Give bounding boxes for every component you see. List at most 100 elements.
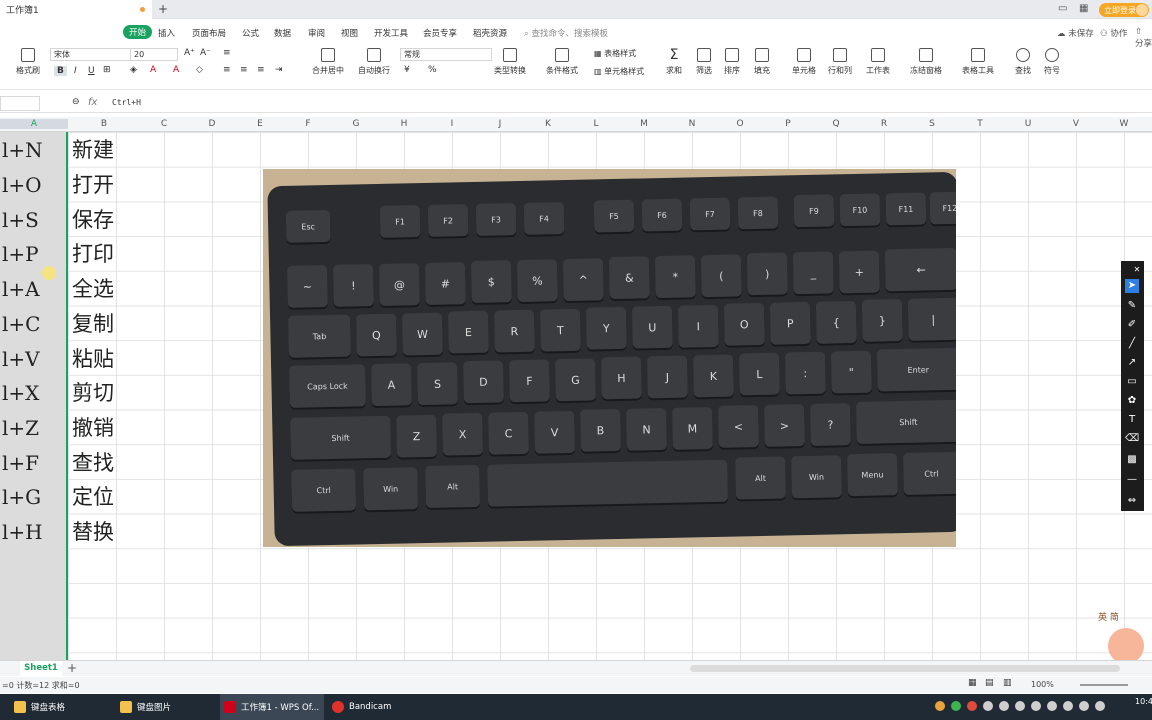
menu-home[interactable]: 开始 <box>123 25 153 39</box>
tray-icon-1[interactable] <box>935 701 945 711</box>
fill-color-icon[interactable]: ◈ <box>130 65 137 75</box>
tray-icon-3[interactable] <box>967 701 977 711</box>
thickness-icon[interactable]: — <box>1125 473 1139 487</box>
symbol-button[interactable]: 符号 <box>1044 48 1060 76</box>
currency-button[interactable]: ¥ <box>404 65 410 75</box>
zoom-slider[interactable] <box>1080 684 1128 686</box>
cell-a1[interactable]: l+N <box>0 133 68 167</box>
new-tab-button[interactable]: + <box>158 2 168 16</box>
align-top-icon[interactable]: ≡ <box>223 48 231 58</box>
col-header-t[interactable]: T <box>956 119 1004 129</box>
fill-button[interactable]: 填充 <box>754 48 770 76</box>
underline-button[interactable]: U <box>88 66 95 76</box>
clear-format-icon[interactable]: ◇ <box>196 65 203 75</box>
indent-icon[interactable]: ⇥ <box>275 65 283 75</box>
taskbar-item-wps[interactable]: 工作簿1 - WPS Of... <box>220 694 324 720</box>
row-col-button[interactable]: 行和列 <box>828 48 852 76</box>
expand-icon[interactable]: ⇔ <box>1125 494 1139 508</box>
cell-b6[interactable]: 复制 <box>72 307 140 341</box>
arrow-icon[interactable]: ↗ <box>1125 356 1139 370</box>
mic-icon[interactable] <box>1063 701 1073 711</box>
align-left-icon[interactable]: ≡ <box>223 65 231 75</box>
table-style-button[interactable]: ▦ 表格样式 <box>594 48 636 59</box>
cell-b9[interactable]: 撤销 <box>72 411 140 445</box>
cell-a8[interactable]: l+X <box>0 376 68 410</box>
pointer-icon[interactable]: ➤ <box>1125 279 1139 293</box>
align-right-icon[interactable]: ≡ <box>257 65 265 75</box>
table-tools-button[interactable]: 表格工具 <box>962 48 994 76</box>
tray-icon-5[interactable] <box>999 701 1009 711</box>
close-icon[interactable]: ✕ <box>1130 263 1144 277</box>
command-search[interactable]: ⌕ 查找命令、搜索模板 <box>524 27 608 39</box>
menu-member[interactable]: 会员专享 <box>423 27 457 39</box>
conditional-format-button[interactable]: 条件格式 <box>546 48 578 76</box>
col-header-j[interactable]: J <box>476 119 524 129</box>
col-header-f[interactable]: F <box>284 119 332 129</box>
menu-resources[interactable]: 稻壳资源 <box>473 27 507 39</box>
freeze-button[interactable]: 冻结窗格 <box>910 48 942 76</box>
login-button[interactable]: 立即登录 <box>1099 3 1149 17</box>
cell-a11[interactable]: l+G <box>0 480 68 514</box>
cell-b2[interactable]: 打开 <box>72 168 140 202</box>
menu-formula[interactable]: 公式 <box>242 27 259 39</box>
unsaved-status[interactable]: ☁ 未保存 <box>1057 27 1094 39</box>
col-header-b[interactable]: B <box>68 119 140 129</box>
text-icon[interactable]: T <box>1125 413 1139 427</box>
col-header-o[interactable]: O <box>716 119 764 129</box>
col-header-c[interactable]: C <box>140 119 188 129</box>
font-shrink-icon[interactable]: A⁻ <box>200 48 211 58</box>
col-header-n[interactable]: N <box>668 119 716 129</box>
cell-b12[interactable]: 替换 <box>72 515 140 549</box>
bold-button[interactable]: B <box>54 66 67 76</box>
network-icon[interactable] <box>1015 701 1025 711</box>
taskbar-item-bandicam[interactable]: Bandicam <box>328 694 391 720</box>
collab-button[interactable]: ⚇ 协作 <box>1100 27 1127 39</box>
font-color-button[interactable]: A <box>173 65 179 75</box>
col-header-s[interactable]: S <box>908 119 956 129</box>
format-painter-button[interactable]: 格式刷 <box>16 48 40 76</box>
checker-icon[interactable]: ▩ <box>1125 453 1139 467</box>
cell-b3[interactable]: 保存 <box>72 203 140 237</box>
font-color-icon[interactable]: A <box>150 65 156 75</box>
name-box[interactable] <box>0 96 40 111</box>
cell-b5[interactable]: 全选 <box>72 272 140 306</box>
merge-center-button[interactable]: 合并居中 <box>312 48 344 76</box>
layout-icon[interactable]: ▭ <box>1058 3 1067 14</box>
volume-icon[interactable] <box>1031 701 1041 711</box>
line-icon[interactable]: ╱ <box>1125 337 1139 351</box>
cell-a9[interactable]: l+Z <box>0 411 68 445</box>
align-center-icon[interactable]: ≡ <box>240 65 248 75</box>
cell-a12[interactable]: l+H <box>0 515 68 549</box>
palette-icon[interactable]: ✿ <box>1125 394 1139 408</box>
col-header-p[interactable]: P <box>764 119 812 129</box>
menu-review[interactable]: 审阅 <box>308 27 325 39</box>
col-header-g[interactable]: G <box>332 119 380 129</box>
find-button[interactable]: 查找 <box>1015 48 1031 76</box>
col-header-m[interactable]: M <box>620 119 668 129</box>
menu-insert[interactable]: 插入 <box>158 27 175 39</box>
cell-b7[interactable]: 粘贴 <box>72 342 140 376</box>
wrap-text-button[interactable]: 自动换行 <box>358 48 390 76</box>
menu-developer[interactable]: 开发工具 <box>374 27 408 39</box>
type-convert-button[interactable]: 类型转换 <box>494 48 526 76</box>
menu-page-layout[interactable]: 页面布局 <box>192 27 226 39</box>
col-header-k[interactable]: K <box>524 119 572 129</box>
ime-icon[interactable] <box>1047 701 1057 711</box>
cell-style-button[interactable]: ▥ 单元格样式 <box>594 66 644 77</box>
font-size-select[interactable]: 20 <box>130 48 178 61</box>
speaker-icon[interactable] <box>1079 701 1089 711</box>
col-header-l[interactable]: L <box>572 119 620 129</box>
col-header-e[interactable]: E <box>236 119 284 129</box>
zoom-level[interactable]: 100% <box>1031 680 1054 689</box>
cell-b11[interactable]: 定位 <box>72 480 140 514</box>
col-header-w[interactable]: W <box>1100 119 1148 129</box>
cell-a6[interactable]: l+C <box>0 307 68 341</box>
cell-button[interactable]: 单元格 <box>792 48 816 76</box>
cell-a2[interactable]: l+O <box>0 168 68 202</box>
sum-button[interactable]: Σ 求和 <box>666 48 682 76</box>
cell-a10[interactable]: l+F <box>0 446 68 480</box>
filter-button[interactable]: 筛选 <box>696 48 712 76</box>
clock[interactable]: 10:4 <box>1135 697 1152 707</box>
reading-view-icon[interactable]: ▥ <box>1003 678 1012 688</box>
taskbar-item-keyboard-image[interactable]: 键盘图片 <box>116 694 171 720</box>
